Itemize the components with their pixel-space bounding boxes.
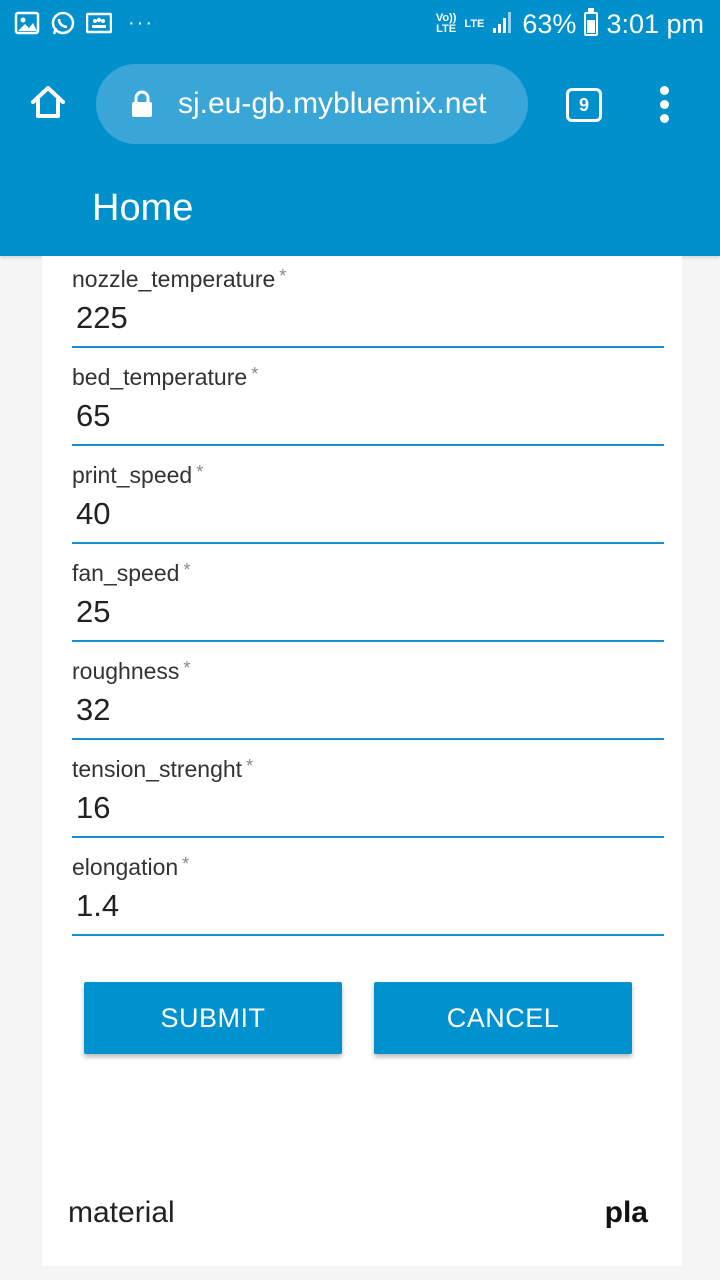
status-bar-system: Vo)) LTE LTE 63% 3:01 pm: [436, 8, 704, 40]
field-roughness: roughness *: [72, 648, 664, 740]
address-bar[interactable]: sj.eu-gb.mybluemix.net: [96, 64, 528, 144]
required-marker: *: [182, 854, 190, 874]
page-title: Home: [92, 187, 194, 229]
battery-icon: [584, 8, 599, 36]
status-bar: ··· Vo)) LTE LTE 63% 3:01 pm: [0, 0, 720, 48]
field-nozzle-temperature: nozzle_temperature *: [72, 256, 664, 348]
bed-temperature-input[interactable]: [76, 398, 656, 434]
battery-percent: 63%: [522, 9, 577, 39]
fan-speed-input[interactable]: [76, 594, 656, 630]
browser-toolbar: sj.eu-gb.mybluemix.net 9: [0, 48, 720, 160]
field-label: bed_temperature *: [72, 364, 259, 390]
field-print-speed: print_speed *: [72, 452, 664, 544]
field-bed-temperature: bed_temperature *: [72, 354, 664, 446]
required-marker: *: [246, 756, 254, 776]
group-icon: [85, 10, 113, 36]
elongation-input[interactable]: [76, 888, 656, 924]
tension-strenght-input[interactable]: [76, 790, 656, 826]
print-speed-input[interactable]: [76, 496, 656, 532]
cancel-button[interactable]: CANCEL: [374, 982, 632, 1054]
app-header: Home: [0, 160, 720, 256]
result-value: pla: [604, 1196, 648, 1229]
field-fan-speed: fan_speed *: [72, 550, 664, 642]
field-label: elongation *: [72, 854, 190, 880]
home-button[interactable]: [28, 82, 68, 122]
nozzle-temperature-input[interactable]: [76, 300, 656, 336]
more-notifications-icon: ···: [128, 12, 154, 34]
clock: 3:01 pm: [606, 9, 704, 39]
signal-icon: [492, 10, 514, 39]
overflow-menu-icon[interactable]: [652, 86, 676, 126]
field-label: print_speed *: [72, 462, 204, 488]
home-icon: [31, 86, 65, 118]
field-label: fan_speed *: [72, 560, 191, 586]
network-type: LTE: [464, 17, 485, 30]
url-text[interactable]: sj.eu-gb.mybluemix.net: [178, 64, 486, 144]
field-label: nozzle_temperature *: [72, 266, 287, 292]
tab-switcher-button[interactable]: 9: [566, 88, 602, 122]
required-marker: *: [183, 560, 191, 580]
form-card: nozzle_temperature* bed_temperature* pri…: [42, 256, 682, 1266]
status-bar-notifications: ···: [14, 10, 154, 36]
field-label: roughness *: [72, 658, 191, 684]
field-label: tension_strenght *: [72, 756, 254, 782]
lock-icon: [130, 90, 154, 118]
result-label: material: [68, 1196, 175, 1229]
submit-button[interactable]: SUBMIT: [84, 982, 342, 1054]
volte-indicator: Vo)) LTE: [435, 12, 457, 35]
field-elongation: elongation *: [72, 844, 664, 936]
whatsapp-icon: [50, 10, 76, 36]
roughness-input[interactable]: [76, 692, 656, 728]
required-marker: *: [183, 658, 191, 678]
gallery-icon: [14, 10, 40, 36]
required-marker: *: [251, 364, 259, 384]
field-tension-strenght: tension_strenght *: [72, 746, 664, 838]
required-marker: *: [279, 266, 287, 286]
required-marker: *: [196, 462, 204, 482]
